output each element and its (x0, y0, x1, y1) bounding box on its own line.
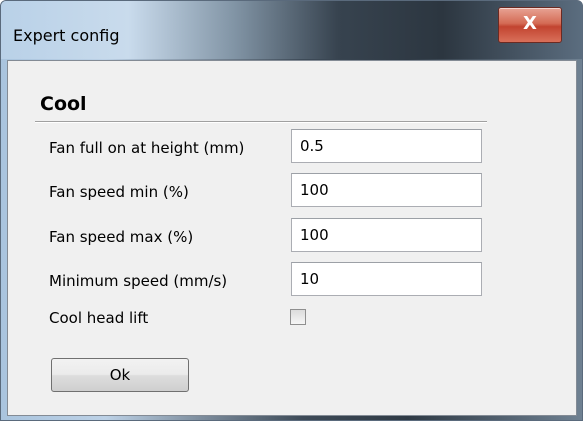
fan-full-on-height-input[interactable]: 0.5 (291, 129, 482, 163)
section-divider (35, 121, 487, 123)
window-title: Expert config (13, 26, 120, 45)
close-button[interactable]: X (498, 7, 562, 43)
fan-speed-min-label: Fan speed min (%) (49, 183, 189, 201)
close-icon: X (523, 13, 537, 34)
minimum-speed-input[interactable]: 10 (291, 262, 482, 296)
minimum-speed-label: Minimum speed (mm/s) (49, 272, 228, 290)
section-title-cool: Cool (40, 93, 87, 115)
ok-button[interactable]: Ok (51, 358, 189, 392)
cool-head-lift-checkbox[interactable] (290, 309, 306, 325)
fan-speed-min-input[interactable]: 100 (291, 173, 482, 207)
fan-speed-max-label: Fan speed max (%) (49, 228, 194, 246)
cool-head-lift-label: Cool head lift (49, 309, 149, 327)
fan-speed-max-input[interactable]: 100 (291, 218, 482, 252)
expert-config-window: Expert config X Cool Fan full on at heig… (0, 0, 583, 421)
fan-full-on-height-label: Fan full on at height (mm) (49, 139, 245, 157)
title-bar[interactable]: Expert config X (1, 1, 582, 59)
